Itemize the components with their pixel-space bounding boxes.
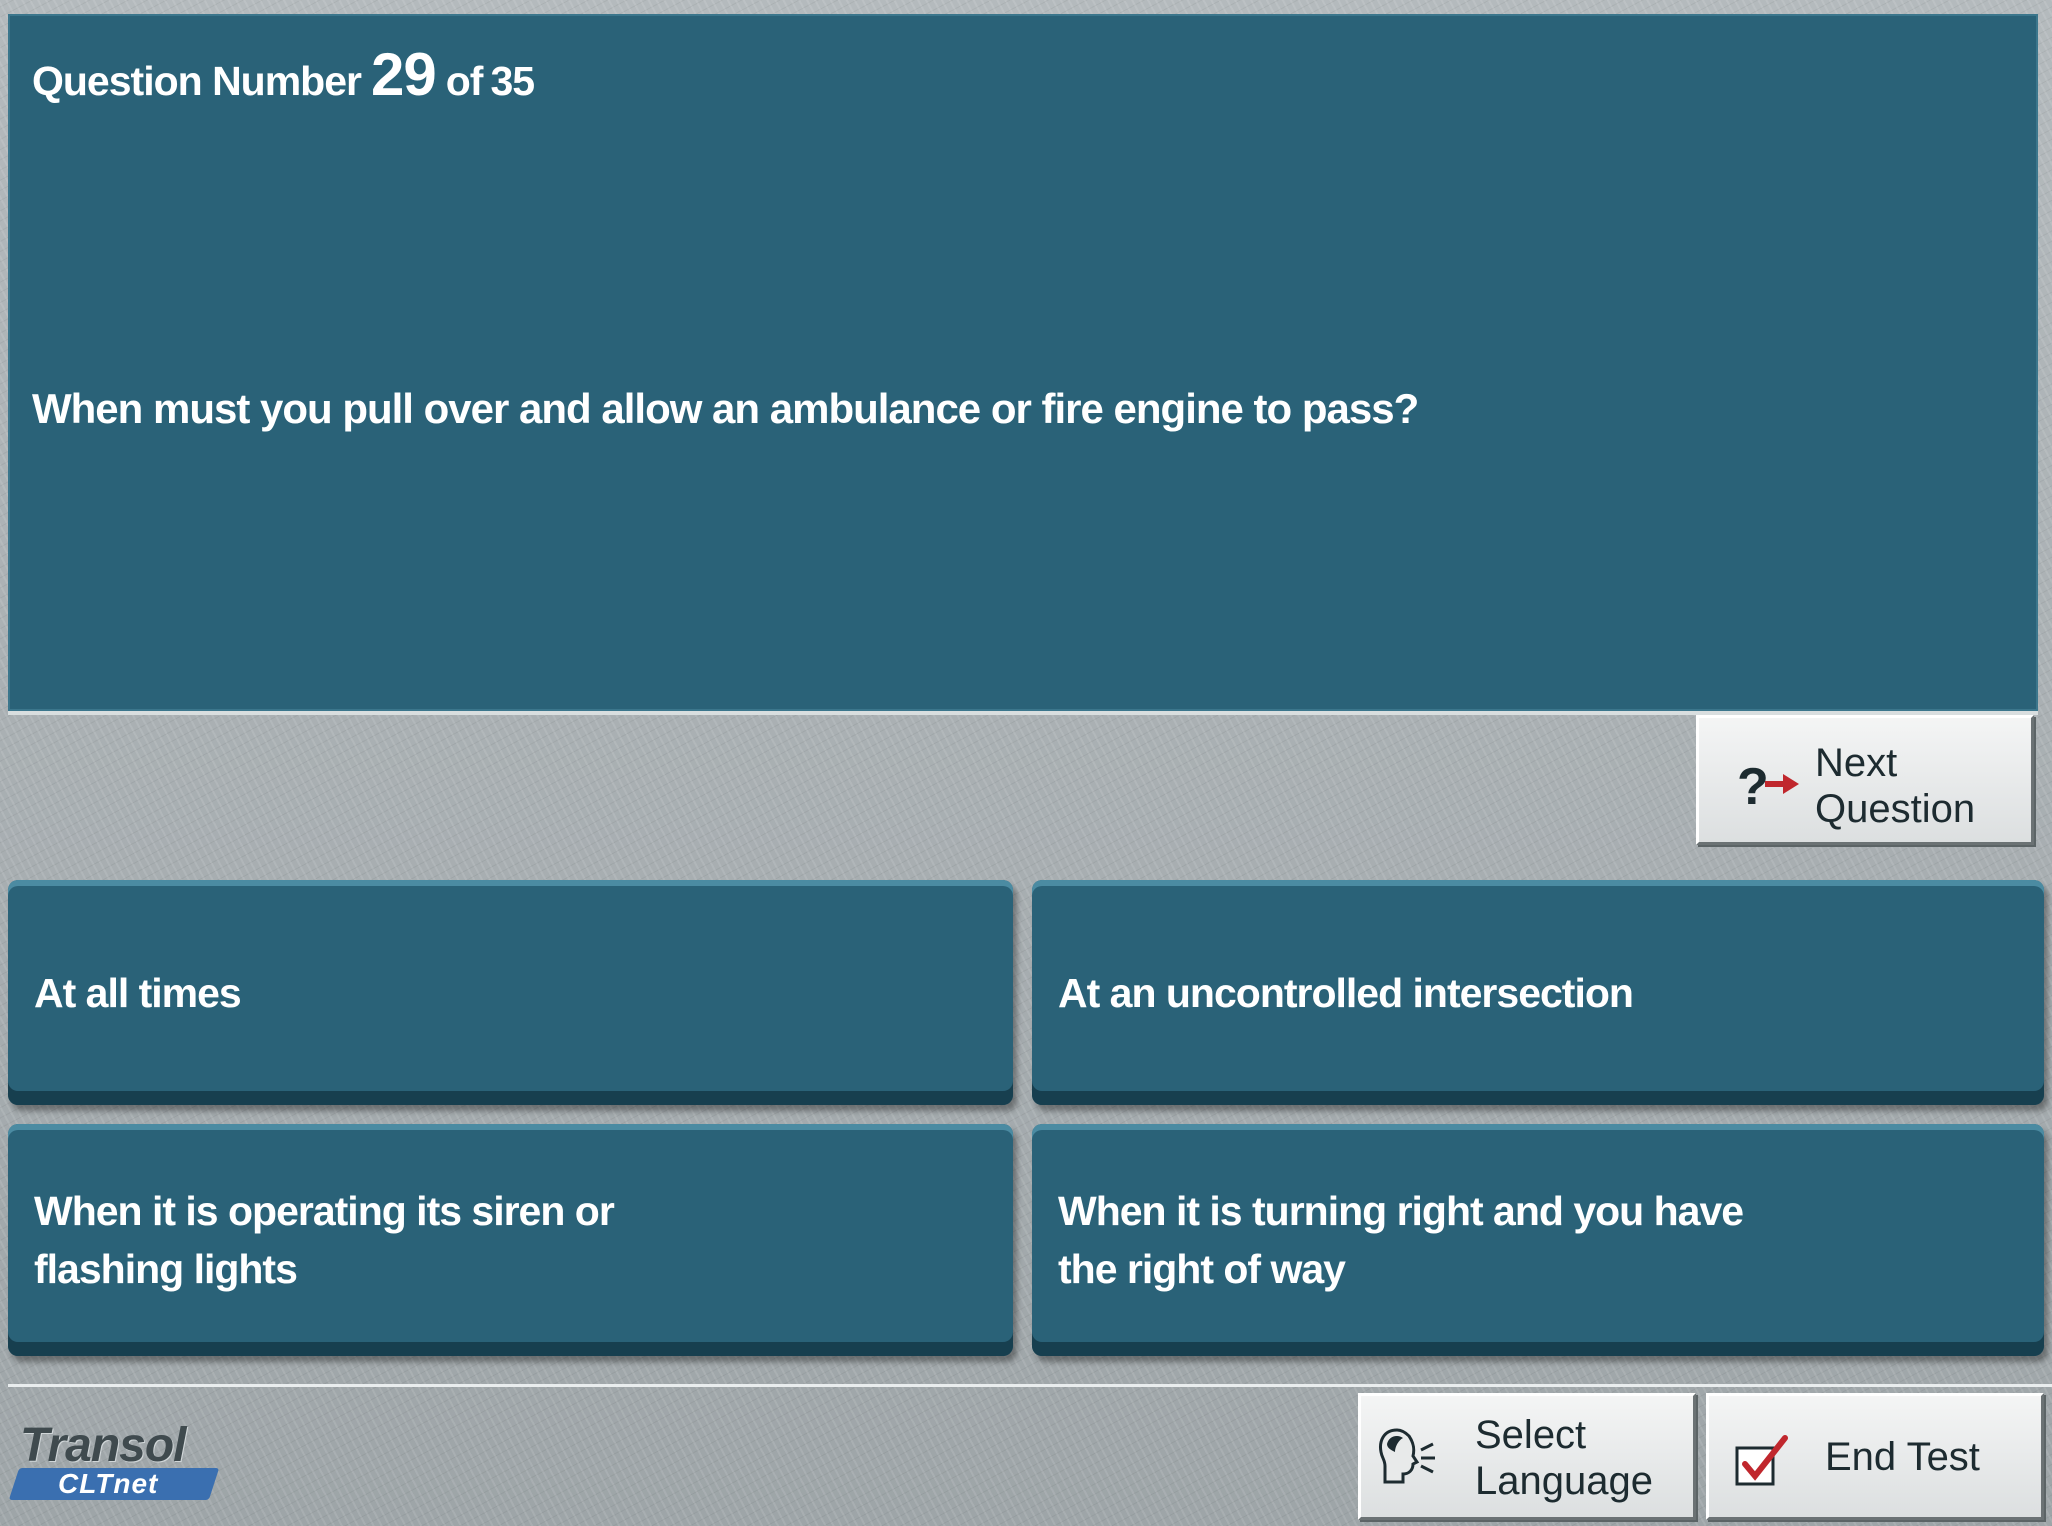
question-arrow-icon: ? bbox=[1737, 758, 1799, 812]
of-label: of bbox=[445, 58, 484, 104]
speaking-head-icon bbox=[1379, 1428, 1435, 1484]
answer-option-c[interactable]: When it is operating its siren or flashi… bbox=[8, 1124, 1013, 1356]
total-questions: 35 bbox=[490, 58, 535, 104]
answer-c-label: When it is operating its siren or flashi… bbox=[34, 1188, 615, 1292]
logo-brand: Transol bbox=[20, 1419, 186, 1472]
answer-d-label: When it is turning right and you have th… bbox=[1058, 1188, 1744, 1292]
question-panel: Question Number 29 of 35 When must you p… bbox=[8, 14, 2038, 715]
select-language-label: Select Language bbox=[1475, 1412, 1653, 1504]
answer-option-d[interactable]: When it is turning right and you have th… bbox=[1032, 1124, 2044, 1356]
end-test-label: End Test bbox=[1825, 1435, 1980, 1479]
logo-sub-text: CLTnet bbox=[58, 1468, 159, 1499]
next-label-line2: Question bbox=[1815, 787, 1976, 831]
next-question-label: Next Question bbox=[1815, 740, 1975, 832]
transol-logo: Transol CLTnet bbox=[8, 1418, 234, 1502]
next-question-button[interactable]: ? Next Question bbox=[1696, 715, 2034, 845]
svg-text:?: ? bbox=[1737, 758, 1769, 812]
select-language-button[interactable]: Select Language bbox=[1358, 1393, 1696, 1520]
answer-b-label: At an uncontrolled intersection bbox=[1058, 969, 1634, 1016]
current-question-number: 29 bbox=[370, 41, 437, 108]
language-label-line1: Select bbox=[1475, 1413, 1587, 1457]
next-label-line1: Next bbox=[1815, 741, 1898, 785]
question-text: When must you pull over and allow an amb… bbox=[32, 385, 1419, 432]
language-label-line2: Language bbox=[1475, 1459, 1653, 1503]
end-test-button[interactable]: End Test bbox=[1706, 1393, 2044, 1520]
checkbox-check-icon bbox=[1735, 1435, 1788, 1486]
test-screen: Question Number 29 of 35 When must you p… bbox=[0, 0, 2052, 1526]
answer-option-a[interactable]: At all times bbox=[8, 880, 1013, 1105]
answer-option-b[interactable]: At an uncontrolled intersection bbox=[1032, 880, 2044, 1105]
footer-divider bbox=[8, 1384, 2052, 1387]
question-counter: Question Number 29 of 35 bbox=[32, 40, 535, 109]
question-number-label: Question Number bbox=[32, 58, 362, 104]
answer-a-label: At all times bbox=[34, 969, 242, 1016]
